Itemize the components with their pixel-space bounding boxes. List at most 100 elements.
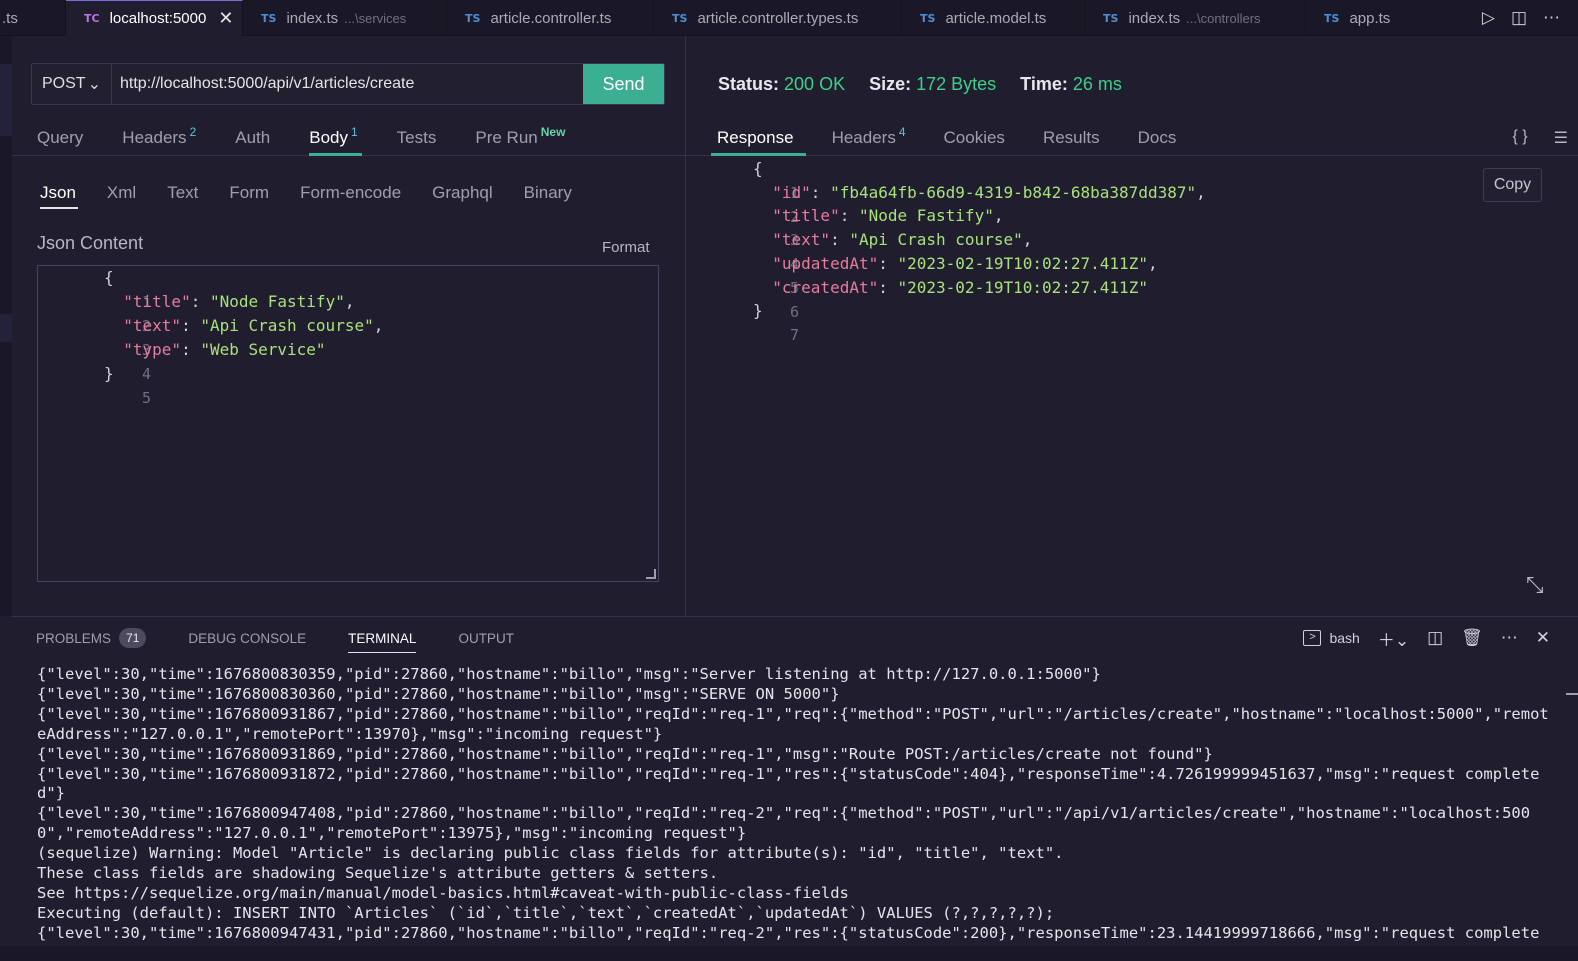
tab-tests[interactable]: Tests (372, 120, 437, 155)
typescript-icon: TS (1324, 11, 1340, 25)
response-meta: Status: 200 OK Size: 172 Bytes Time: 26 … (718, 74, 1122, 95)
terminal-icon: > (1303, 630, 1322, 646)
shell-selector[interactable]: > bash (1303, 630, 1360, 646)
tab-label: PROBLEMS (36, 630, 112, 646)
tab-query[interactable]: Query (12, 120, 83, 155)
resize-handle[interactable] (646, 569, 656, 579)
body-tab-json[interactable]: Json (12, 177, 91, 209)
url-input[interactable] (112, 64, 583, 104)
punctuation: } (104, 364, 114, 383)
typescript-icon: TS (1103, 11, 1119, 25)
tab-body[interactable]: Body 1 (284, 120, 363, 156)
body-tab-form[interactable]: Form (213, 177, 284, 209)
tab-output[interactable]: OUTPUT (434, 617, 526, 659)
tab-path-hint: ...\services (344, 10, 407, 26)
code-line: 1 { (38, 266, 151, 311)
response-panel: Status: 200 OK Size: 172 Bytes Time: 26 … (686, 36, 1578, 616)
terminal-line: {"level":30,"time":1676800947408,"pid":2… (37, 804, 1531, 843)
tab-article-controller-types[interactable]: TS article.controller.types.ts (654, 0, 902, 36)
expand-icon[interactable]: ⤡ (1526, 572, 1544, 598)
method-select[interactable]: POST ⌄ (32, 64, 112, 104)
scrollbar-marker[interactable] (1566, 693, 1578, 695)
more-icon[interactable]: ⋯ (1501, 628, 1518, 648)
punctuation: } (753, 301, 763, 321)
tab-article-model[interactable]: TS article.model.ts (902, 0, 1085, 36)
punctuation: { (104, 268, 114, 287)
body-tab-graphql[interactable]: Graphql (416, 177, 507, 209)
code-line: 5 "updatedAt": "2023-02-19T10:02:27.411Z… (686, 252, 1157, 297)
tab-auth[interactable]: Auth (210, 120, 270, 155)
size-label: Size: (869, 74, 912, 94)
format-button[interactable]: Format (602, 239, 650, 256)
tab-label: localhost:5000 (109, 10, 207, 27)
split-editor-icon[interactable]: ◫ (1511, 8, 1527, 28)
json-string: "2023-02-19T10:02:27.411Z" (897, 253, 1148, 273)
new-badge: New (540, 124, 566, 139)
terminal-output[interactable]: {"level":30,"time":1676800830359,"pid":2… (37, 665, 1557, 961)
json-key: "title" (772, 206, 840, 226)
tab-label: OUTPUT (458, 630, 514, 646)
terminal-line: {"level":30,"time":1676800830360,"pid":2… (37, 684, 840, 703)
send-button[interactable]: Send (583, 64, 664, 104)
close-panel-icon[interactable]: ✕ (1536, 628, 1550, 648)
method-label: POST (42, 75, 86, 92)
code-text: "title": "Node Fastify", (753, 204, 1003, 228)
code-line: 7 } (686, 299, 799, 344)
shell-label: bash (1329, 630, 1360, 646)
tab-results[interactable]: Results (1012, 120, 1119, 155)
body-tab-binary[interactable]: Binary (508, 177, 587, 209)
tab-pre-run[interactable]: Pre Run New (450, 120, 565, 155)
split-terminal-icon[interactable]: ◫ (1427, 628, 1443, 648)
status-label: Status: (718, 74, 780, 94)
new-terminal-icon[interactable]: ＋⌄ (1378, 626, 1409, 651)
tab-terminal[interactable]: TERMINAL (324, 617, 428, 659)
tab-article-controller[interactable]: TS article.controller.ts (447, 0, 654, 36)
tab-debug-console[interactable]: DEBUG CONSOLE (164, 617, 318, 659)
tab-label: index.ts (1128, 9, 1181, 27)
status-bar (0, 946, 1578, 961)
terminal-line: Executing (default): INSERT INTO `Articl… (37, 903, 1055, 922)
close-icon[interactable]: ✕ (218, 8, 233, 29)
tab-localhost[interactable]: TC localhost:5000 ✕ (66, 0, 243, 36)
braces-icon[interactable]: { } (1513, 128, 1528, 148)
more-icon[interactable]: ⋯ (1543, 8, 1560, 28)
tab-label: Headers (831, 127, 896, 147)
json-key: "title" (123, 292, 191, 311)
body-tab-text[interactable]: Text (151, 177, 213, 209)
tab-label: Docs (1137, 127, 1177, 147)
tab-headers[interactable]: Headers 2 (97, 120, 196, 155)
tab-label: app.ts (1349, 9, 1391, 27)
punctuation: : (830, 230, 850, 250)
request-panel: POST ⌄ Send Query Headers2 Auth Body1 Te… (12, 36, 685, 616)
tab-response-headers[interactable]: Headers 4 (801, 120, 925, 155)
tab-label: TERMINAL (348, 630, 417, 646)
body-tab-xml[interactable]: Xml (91, 177, 151, 209)
tab-index-controllers[interactable]: TS index.ts ...\controllers (1085, 0, 1306, 36)
body-tab-form-encode[interactable]: Form-encode (284, 177, 416, 209)
json-key: "text" (772, 230, 831, 250)
punctuation: : (181, 316, 201, 335)
copy-button[interactable]: Copy (1483, 168, 1542, 202)
code-text: "text": "Api Crash course", (753, 228, 1032, 252)
play-icon[interactable]: ▷ (1482, 8, 1495, 28)
json-body-editor[interactable]: 1 { 2 "title": "Node Fastify", 3 "text":… (37, 265, 659, 582)
tab-docs[interactable]: Docs (1107, 120, 1196, 155)
code-text: } (753, 299, 763, 323)
tab-index-services[interactable]: TS index.ts ...\services (243, 0, 447, 36)
tab-app[interactable]: TS app.ts (1306, 0, 1436, 36)
wrap-lines-icon[interactable]: ☰ (1554, 128, 1568, 148)
tab-label: .ts (2, 9, 18, 27)
terminal-line: {"level":30,"time":1676800931869,"pid":2… (37, 744, 1213, 763)
tab-cookies[interactable]: Cookies (913, 120, 1024, 155)
json-key: "id" (772, 182, 811, 202)
tab-problems[interactable]: PROBLEMS 71 (12, 617, 158, 659)
code-text: "type": "Web Service" (104, 338, 325, 362)
trash-icon[interactable]: 🗑 (1461, 628, 1483, 648)
tab-partial-ts[interactable]: .ts (0, 0, 66, 36)
tab-label: article.controller.types.ts (697, 9, 859, 27)
json-content-label: Json Content (37, 233, 144, 253)
tab-response[interactable]: Response (686, 120, 813, 156)
url-bar: POST ⌄ Send (31, 63, 665, 105)
